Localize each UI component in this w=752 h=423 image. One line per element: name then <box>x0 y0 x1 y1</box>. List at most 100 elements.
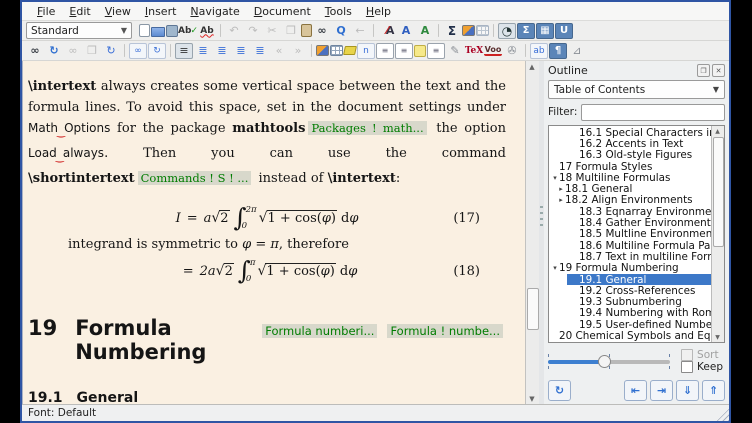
menu-help[interactable]: Help <box>359 3 398 20</box>
description-list-icon[interactable]: ≣ <box>251 43 269 59</box>
itemize-list-icon[interactable]: ≣ <box>194 43 212 59</box>
index-inset-chip[interactable]: Formula numberi... <box>262 324 377 338</box>
demote-section-button[interactable]: ⇥ <box>650 380 673 401</box>
slider-handle[interactable] <box>598 355 611 368</box>
insert-table-grid-icon[interactable] <box>330 45 343 56</box>
tree-expand-icon[interactable]: ▾ <box>551 264 559 272</box>
insert-image-icon[interactable] <box>316 45 329 56</box>
show-changes-icon[interactable]: ∞ <box>64 43 82 59</box>
menu-edit[interactable]: Edit <box>62 3 97 20</box>
tree-expand-icon[interactable]: ▸ <box>557 196 565 204</box>
save-document-icon[interactable] <box>166 25 178 37</box>
insert-comment-icon[interactable] <box>414 45 426 57</box>
thesaurus-icon[interactable]: ab <box>530 43 548 59</box>
text-segment[interactable]: Commands ! S ! ... <box>138 171 252 185</box>
dock-splitter[interactable] <box>539 61 544 404</box>
labeling-list-icon[interactable]: ≣ <box>232 43 250 59</box>
save-bookmark-icon[interactable]: ↻ <box>148 43 166 59</box>
equation-17[interactable]: I = a √2 ∫ 2π0 √1 + cos(φ) dφ <box>28 201 506 235</box>
toc-tree-item[interactable]: 17 Formula Styles <box>549 161 712 172</box>
paragraph-settings-icon[interactable]: ¶ <box>549 43 567 59</box>
move-section-down-button[interactable]: ⇓ <box>676 380 699 401</box>
update-view-icon[interactable]: ↻ <box>45 43 63 59</box>
menu-navigate[interactable]: Navigate <box>183 3 246 20</box>
paragraph-style-combo[interactable]: Standard ▼ <box>26 22 132 39</box>
navigate-back-icon[interactable]: ← <box>351 23 369 39</box>
toc-tree-item[interactable]: 19.5 User-defined Numbering <box>549 319 712 330</box>
menu-document[interactable]: Document <box>247 3 318 20</box>
depth-slider[interactable] <box>548 357 670 374</box>
cut-icon[interactable]: ✂ <box>263 23 281 39</box>
toc-tree-item[interactable]: 16.3 Old-style Figures <box>549 150 712 161</box>
increase-depth-icon[interactable]: » <box>289 43 307 59</box>
menu-view[interactable]: View <box>98 3 138 20</box>
filter-input[interactable] <box>581 104 725 121</box>
copy-icon[interactable]: ❐ <box>282 23 300 39</box>
toc-tree-item[interactable]: 18.4 Gather Environment <box>549 217 712 228</box>
toc-tree-item[interactable]: ▸ 18.1 General <box>549 183 712 194</box>
noun-icon[interactable]: A <box>397 23 415 39</box>
tree-scrollbar[interactable]: ▲ ▼ <box>711 126 724 342</box>
menu-insert[interactable]: Insert <box>138 3 184 20</box>
emphasis-icon[interactable]: A <box>378 23 396 39</box>
move-section-up-button[interactable]: ⇑ <box>702 380 725 401</box>
continuous-spellcheck-icon[interactable]: Ab <box>198 23 216 39</box>
apply-style-icon[interactable]: A <box>416 23 434 39</box>
toc-tree-item[interactable]: ▾ 19 Formula Numbering <box>549 263 712 274</box>
toc-tree-item[interactable]: 18.3 Eqnarray Environment <box>549 206 712 217</box>
toc-tree-item[interactable]: ▾ 18 Multiline Formulas <box>549 172 712 183</box>
enumerate-list-icon[interactable]: ≣ <box>213 43 231 59</box>
track-changes-icon[interactable]: ∞ <box>26 43 44 59</box>
toc-tree-item[interactable]: ▸ 18.2 Align Environments <box>549 195 712 206</box>
goto-bookmark-icon[interactable]: ∞ <box>129 43 147 59</box>
close-panel-icon[interactable]: ✕ <box>712 64 725 77</box>
float-panel-icon[interactable]: ❐ <box>697 64 710 77</box>
insert-label-icon[interactable] <box>343 46 357 55</box>
decrease-depth-icon[interactable]: « <box>270 43 288 59</box>
resize-grip[interactable] <box>715 407 729 421</box>
outline-type-combo[interactable]: Table of Contents ▼ <box>548 80 725 99</box>
insert-float-icon[interactable]: ≡ <box>395 43 413 59</box>
undo-icon[interactable]: ↶ <box>225 23 243 39</box>
scroll-down-icon[interactable]: ▼ <box>526 393 538 404</box>
scroll-up-icon[interactable]: ▲ <box>712 126 723 136</box>
update-outline-button[interactable]: ↻ <box>548 380 571 401</box>
toc-tree-item[interactable]: 19.3 Subnumbering <box>549 296 712 307</box>
insert-tex-icon[interactable]: TeX <box>465 43 483 59</box>
merge-changes-icon[interactable]: ❐ <box>83 43 101 59</box>
statistics-icon[interactable]: ⊿ <box>568 43 586 59</box>
keep-checkbox[interactable]: Keep <box>681 361 723 373</box>
new-document-icon[interactable] <box>139 24 150 37</box>
index-inset-chip[interactable]: Formula ! numbe... <box>387 324 503 338</box>
sort-checkbox[interactable]: Sort <box>681 349 723 361</box>
menu-file[interactable]: File <box>30 3 62 20</box>
insert-graphics-icon[interactable] <box>462 25 475 36</box>
toc-tree-item[interactable]: 18.7 Text in multiline Formulas <box>549 251 712 262</box>
scroll-down-icon[interactable]: ▼ <box>712 332 723 342</box>
table-toolbar-toggle-icon[interactable]: ▦ <box>536 23 554 39</box>
toc-tree-item[interactable]: 18.6 Multiline Formula Parts <box>549 240 712 251</box>
pencil-icon[interactable]: ✎ <box>446 43 464 59</box>
toc-tree-item[interactable]: 20 Chemical Symbols and Equations <box>549 330 712 341</box>
spellcheck-icon[interactable]: Ab <box>179 23 197 39</box>
paragraph-justified-icon[interactable]: ≡ <box>175 43 193 59</box>
math-mode-icon[interactable]: Σ <box>443 23 461 39</box>
equation-18[interactable]: = 2a √2 ∫ π0 √1 + cos(φ) dφ (18) <box>28 254 506 288</box>
toc-tree-item[interactable]: ▾ 21 Diagrams <box>549 342 712 343</box>
insert-frame-icon[interactable]: ≡ <box>427 43 445 59</box>
scrollbar-thumb[interactable] <box>713 137 724 247</box>
promote-section-button[interactable]: ⇤ <box>624 380 647 401</box>
text-segment[interactable]: Packages ! math... <box>308 121 426 135</box>
scrollbar-thumb[interactable] <box>527 288 539 330</box>
menu-tools[interactable]: Tools <box>318 3 359 20</box>
tree-expand-icon[interactable]: ▾ <box>551 174 559 182</box>
update-master-icon[interactable]: ↻ <box>102 43 120 59</box>
tree-expand-icon[interactable]: ▸ <box>557 185 565 193</box>
toc-tree-item[interactable]: 19.4 Numbering with Roman Nu... <box>549 308 712 319</box>
view-source-icon[interactable]: Voo <box>484 45 502 56</box>
toc-tree-item[interactable]: 19.2 Cross-References <box>549 285 712 296</box>
insert-table-icon[interactable] <box>476 25 489 36</box>
paperclip-icon[interactable]: ✇ <box>503 43 521 59</box>
toc-tree-item[interactable]: 18.5 Multline Environment <box>549 229 712 240</box>
zoom-icon[interactable]: Q <box>332 23 350 39</box>
